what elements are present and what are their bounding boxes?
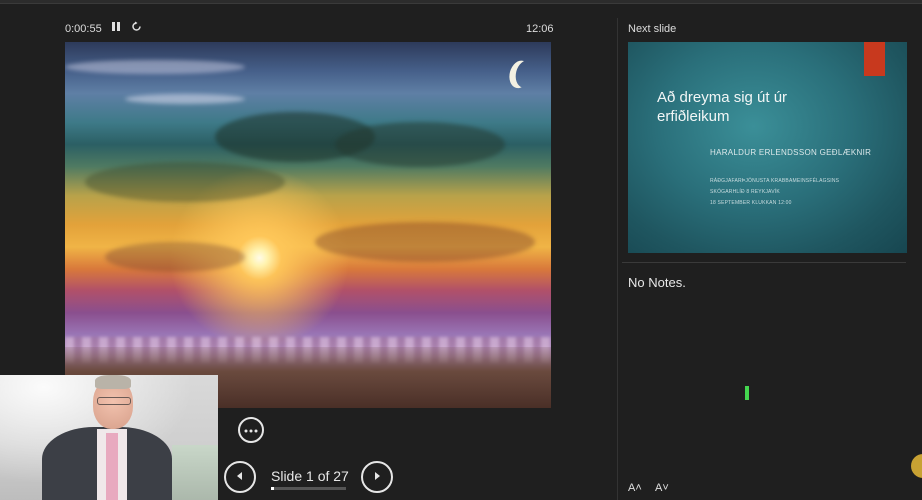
next-slide-preview[interactable]: Að dreyma sig út úr erfiðleikum HARALDUR… — [628, 42, 907, 253]
top-border — [0, 0, 922, 4]
next-slide-title: Að dreyma sig út úr erfiðleikum — [657, 89, 788, 125]
corner-indicator — [911, 454, 922, 478]
notes-separator — [622, 262, 906, 263]
next-slide-button[interactable] — [361, 461, 393, 493]
cloud-streak — [65, 60, 245, 74]
dark-cloud — [105, 242, 245, 272]
next-slide-author: HARALDUR ERLENDSSON GEÐLÆKNIR — [710, 148, 872, 157]
panel-divider — [617, 18, 618, 500]
dark-cloud — [85, 162, 285, 202]
more-options-icon — [244, 429, 258, 433]
pause-icon[interactable] — [111, 21, 121, 35]
next-slide-icon — [375, 472, 380, 480]
previous-slide-button[interactable] — [224, 461, 256, 493]
next-slide-line: SKÓGARHLÍÐ 8 REYKJAVÍK — [710, 189, 780, 195]
webcam-feed — [0, 375, 218, 500]
current-time: 12:06 — [526, 23, 554, 35]
cloud-streak — [125, 94, 245, 104]
accent-tab — [864, 42, 885, 76]
next-slide-label: Next slide — [628, 23, 677, 35]
dark-cloud — [315, 222, 535, 262]
previous-slide-icon — [237, 472, 242, 480]
decrease-font-button[interactable]: A˅ — [655, 482, 669, 494]
slide-progress-bar — [271, 487, 346, 490]
speaker-notes[interactable]: No Notes. — [628, 275, 686, 290]
restart-icon[interactable] — [131, 21, 142, 35]
dark-cloud — [335, 122, 505, 167]
next-slide-line: 18 SEPTEMBER KLUKKAN 12:00 — [710, 200, 792, 206]
increase-font-button[interactable]: A˄ — [628, 482, 642, 494]
presenter-hair — [95, 375, 131, 389]
presenter-glasses — [97, 397, 131, 405]
slide-indicator[interactable]: Slide 1 of 27 — [271, 468, 349, 484]
current-slide[interactable] — [65, 42, 551, 408]
slide-progress-fill — [271, 487, 274, 490]
text-cursor — [745, 386, 749, 400]
more-options-button[interactable] — [238, 417, 264, 443]
presenter-tie — [106, 433, 118, 500]
elapsed-timer: 0:00:55 — [65, 23, 102, 35]
next-slide-line: RÁÐGJAFARÞJÓNUSTA KRABBAMEINSFÉLAGSINS — [710, 178, 840, 184]
moon-icon — [513, 58, 540, 90]
webcam-background-window — [172, 445, 218, 500]
